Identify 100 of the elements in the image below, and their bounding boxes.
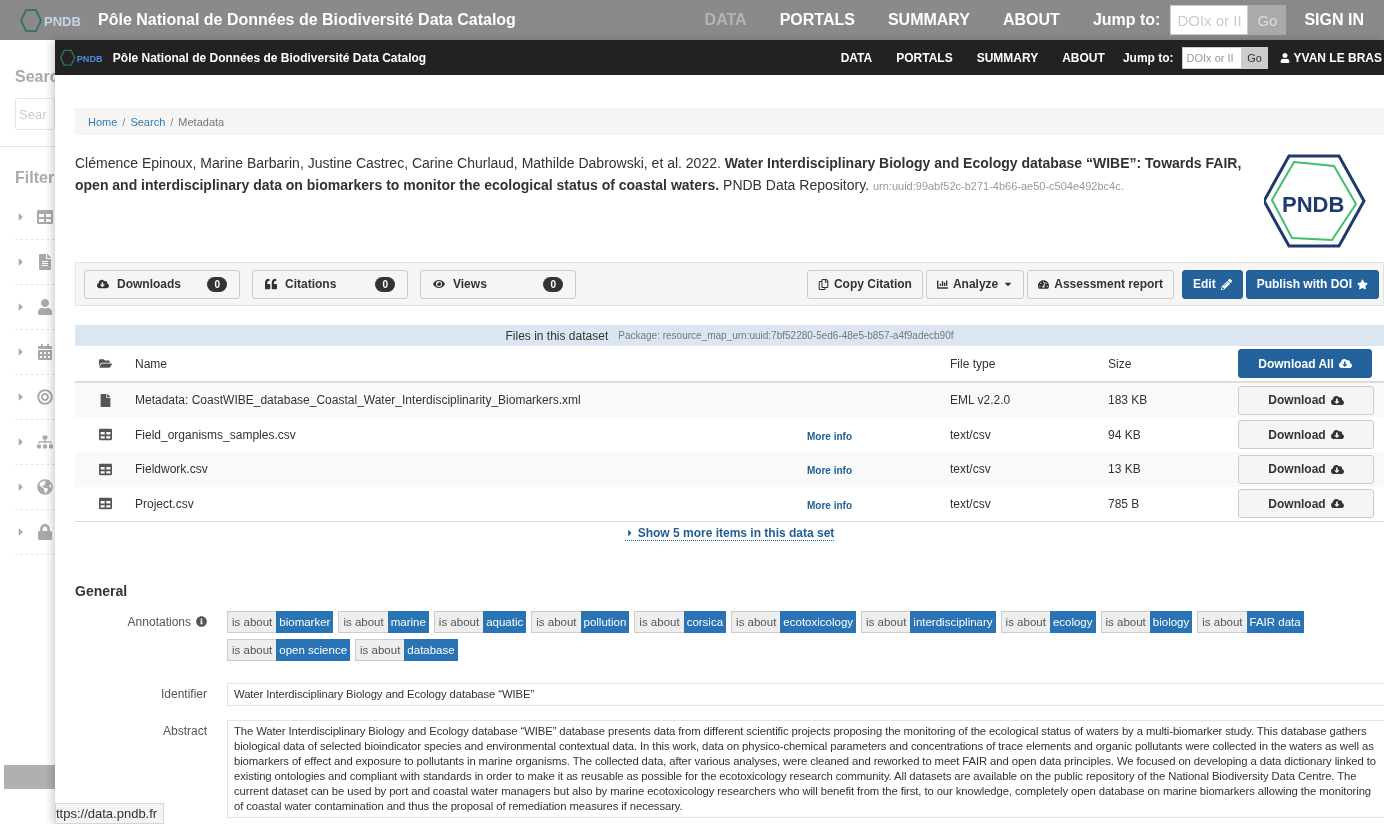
column-header: Size: [1108, 356, 1133, 371]
folder-icon: [99, 357, 112, 370]
nav-link[interactable]: DATA: [840, 50, 873, 65]
annotation-term[interactable]: biology: [1149, 611, 1193, 633]
annotation-prefix: is about: [1100, 611, 1150, 633]
action-button[interactable]: Copy Citation: [806, 269, 923, 299]
field-value: The Water Interdisciplinary Biology and Ecology database “WIBE” database presents data from different scientific projects proposing the monitoring of the ecological status of waters by a multi-biomarker study. This database gathers biological data of selected bioindicator species and environmental contextual data. In this work, data on physico-chemical parameters and concentrations of trace elements and organic pollutants were collected in the waters as well as biomarkers of effect and exposure to pollutants in marine organisms. The collected data, after various analyses, were cleaned and reworked to meet FAIR and open data principles. We focused on developing a data dictionary linked to existing ontologies and compliant with standards in order to make it as reusable as possible for the ecotoxicology research community. All datasets are available on the public repository of the National Biodiversity Data Centre. The current dataset can be used by port and coastal water managers but also by marine ecotoxicology researchers who will benefit from the first, to our knowledge, completely open database on marine biomarkers allowing the monitoring of coastal water contamination and thus the proposal of remediation measures if necessary.: [227, 720, 1384, 818]
file-type: text/csv: [950, 427, 992, 442]
show-more-link[interactable]: Show 5 more items in this data set: [624, 526, 835, 541]
nav-link[interactable]: PORTALS: [779, 11, 855, 29]
eye-icon: [433, 278, 445, 290]
more-info-link[interactable]: More info: [807, 465, 852, 477]
metric-button[interactable]: Citations 0: [252, 269, 408, 299]
annotation-prefix: is about: [861, 611, 911, 633]
annotation-term[interactable]: pollution: [580, 611, 630, 633]
globe-icon: [37, 479, 53, 495]
metric-button[interactable]: Views 0: [420, 269, 576, 299]
annotation-term[interactable]: ecotoxicology: [780, 611, 857, 633]
field-label: Abstract: [163, 724, 207, 738]
file-name: Metadata: CoastWIBE_database_Coastal_Water_Interdisciplinarity_Biomarkers.xml: [135, 393, 582, 408]
sidebar-button[interactable]: [4, 765, 55, 789]
lock-icon: [37, 524, 53, 540]
action-button[interactable]: Assessment report: [1027, 269, 1174, 299]
cloud-download-icon: [1330, 393, 1344, 407]
file-icon: [99, 393, 112, 407]
file-type: text/csv: [950, 462, 992, 477]
citation-text: Clémence Epinoux, Marine Barbarin, Justine Castrec, Carine Churlaud, Mathilde Dabrowski, et al. 2022. Water Interdisciplinary Biology and Ecology database “WIBE”: Towards FAIR, open and interdisciplinary data on biomarkers to monitor the ecological status of coastal waters. PNDB Data Repository. urn:uuid:99abf52c-b271-4b66-ae50-c504e492bc4c.: [75, 154, 1243, 195]
download-all-button[interactable]: Download All: [1238, 349, 1372, 378]
annotation-prefix: is about: [227, 639, 277, 661]
metric-button[interactable]: Downloads 0: [84, 269, 240, 299]
download-button[interactable]: Download: [1238, 489, 1374, 519]
action-button[interactable]: Publish with DOI: [1245, 269, 1379, 299]
table-icon: [99, 497, 112, 511]
files-title: Files in this dataset: [505, 328, 609, 343]
breadcrumb-link[interactable]: Home: [88, 115, 118, 128]
annotation-prefix: is about: [1197, 611, 1247, 633]
pndb-logo: PNDB: [60, 48, 105, 67]
file-icon: [37, 254, 53, 270]
action-button[interactable]: Edit: [1182, 269, 1243, 299]
annotation-term[interactable]: marine: [387, 611, 429, 633]
calendar-icon: [37, 344, 53, 360]
more-info-link[interactable]: More info: [807, 430, 852, 442]
more-info-link[interactable]: More info: [807, 499, 852, 511]
annotation-term[interactable]: FAIR data: [1246, 611, 1304, 633]
annotation-term[interactable]: open science: [276, 639, 351, 661]
column-header: Name: [135, 356, 168, 371]
file-type: EML v2.2.0: [950, 393, 1012, 408]
nav-link[interactable]: ABOUT: [1062, 50, 1105, 65]
download-button[interactable]: Download: [1238, 420, 1374, 450]
cloud-download-icon: [1330, 497, 1344, 511]
annotation-term[interactable]: interdisciplinary: [910, 611, 996, 633]
annotation-term[interactable]: biomarker: [276, 611, 334, 633]
annotation-term[interactable]: ecology: [1049, 611, 1096, 633]
section-heading: General: [75, 583, 129, 599]
file-size: 785 B: [1108, 496, 1141, 511]
file-size: 183 KB: [1108, 393, 1149, 408]
user-menu[interactable]: YVAN LE BRAS: [1279, 50, 1382, 65]
annotation-term[interactable]: corsica: [683, 611, 727, 633]
annotation-prefix: is about: [338, 611, 388, 633]
nav-link[interactable]: PORTALS: [896, 50, 953, 65]
pndb-logo: PNDB: [20, 7, 84, 33]
gauge-icon: [1038, 278, 1050, 290]
nav-link[interactable]: SUMMARY: [976, 50, 1039, 65]
breadcrumb-link[interactable]: Search: [130, 115, 166, 128]
file-name: Field_organisms_samples.csv: [135, 427, 297, 442]
field-label: Annotations: [127, 615, 191, 629]
count-badge: 0: [207, 276, 227, 292]
cloud-download-icon: [1330, 428, 1344, 442]
package-id: Package: resource_map_urn:uuid:7bf52280-5ed6-48e5-b857-a4f9adecb90f: [618, 330, 954, 341]
field-label: Identifier: [160, 687, 207, 701]
sign-in-link[interactable]: SIGN IN: [1304, 11, 1364, 29]
copy-icon: [817, 278, 829, 290]
file-type: text/csv: [950, 496, 992, 511]
download-button[interactable]: Download: [1238, 385, 1374, 415]
info-icon: [196, 616, 207, 627]
filter-heading: Filter: [15, 169, 55, 187]
nav-link[interactable]: SUMMARY: [887, 11, 970, 29]
annotation-term[interactable]: database: [404, 639, 458, 661]
nav-link[interactable]: ABOUT: [1003, 11, 1060, 29]
star-icon: [1357, 278, 1368, 290]
go-button[interactable]: Go: [1241, 46, 1268, 69]
table-icon: [37, 209, 53, 225]
cloud-download-icon: [1338, 357, 1352, 370]
bar-chart-icon: [936, 278, 948, 290]
jump-input[interactable]: DOIx or II: [1181, 46, 1242, 69]
annotation-prefix: is about: [1000, 611, 1050, 633]
site-title: Pôle National de Données de Biodiversité Data Catalog: [112, 50, 428, 65]
table-icon: [99, 428, 112, 442]
column-header: File type: [950, 356, 997, 371]
cloud-download-icon: [97, 278, 109, 290]
jump-label: Jump to:: [1122, 50, 1174, 65]
annotation-term[interactable]: aquatic: [483, 611, 527, 633]
field-value: Water Interdisciplinary Biology and Ecology database “WIBE”: [227, 683, 1384, 706]
breadcrumb-separator: /: [122, 115, 126, 128]
file-size: 13 KB: [1108, 462, 1142, 477]
annotation-prefix: is about: [355, 639, 405, 661]
action-button[interactable]: Analyze: [925, 269, 1025, 299]
count-badge: 0: [375, 276, 395, 292]
download-button[interactable]: Download: [1238, 454, 1374, 484]
status-url: ttps://data.pndb.fr: [55, 803, 165, 824]
